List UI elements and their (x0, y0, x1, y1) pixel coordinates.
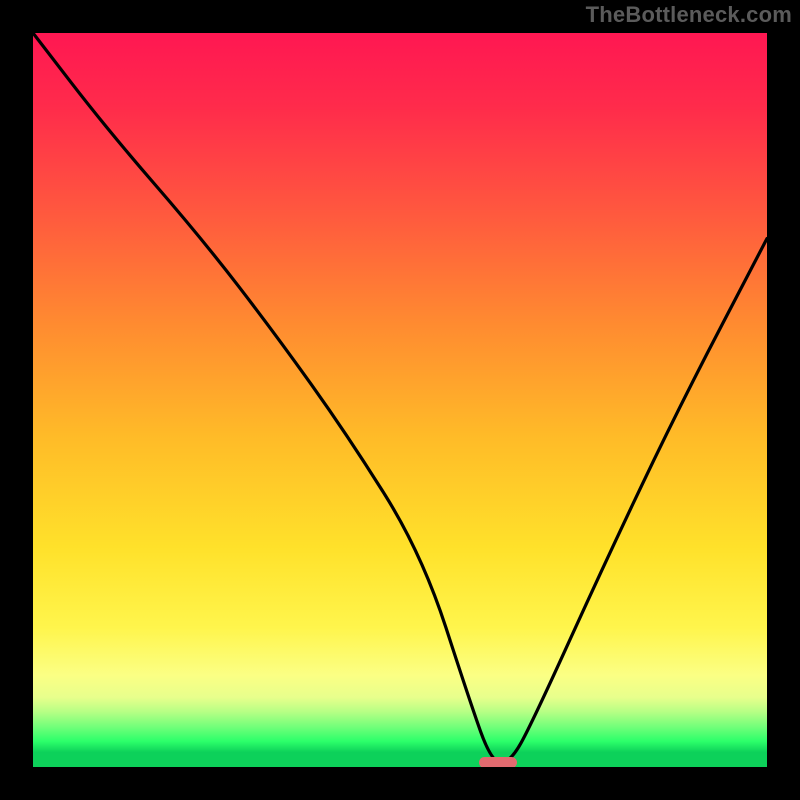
optimum-marker (479, 757, 517, 767)
curve-path (33, 33, 767, 763)
plot-area (33, 33, 767, 767)
chart-container: TheBottleneck.com (0, 0, 800, 800)
watermark-text: TheBottleneck.com (586, 2, 792, 28)
bottleneck-curve (33, 33, 767, 767)
